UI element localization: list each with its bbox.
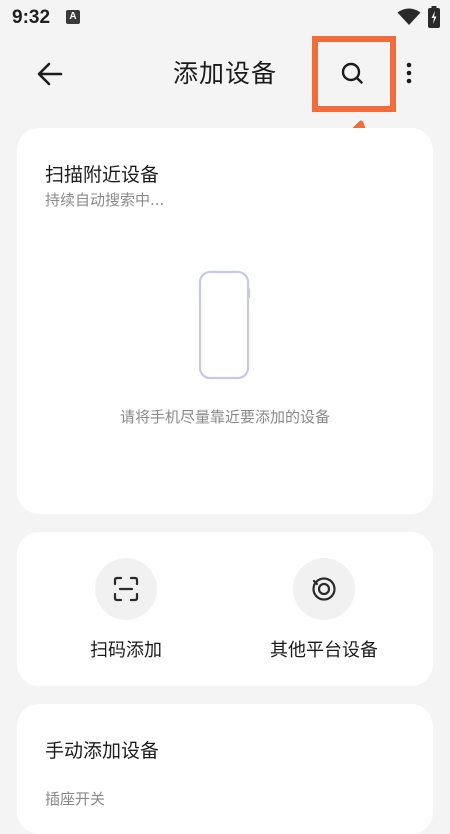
more-options-button[interactable]	[397, 56, 421, 92]
scan-qr-label: 扫码添加	[90, 640, 162, 661]
add-methods-card: 扫码添加 其他平台设备	[17, 532, 433, 686]
more-vertical-icon	[406, 62, 412, 84]
scan-card-subtitle: 持续自动搜索中...	[45, 191, 165, 209]
search-button[interactable]	[332, 56, 372, 92]
other-platform-icon-circle	[293, 558, 355, 620]
scan-card-hint: 请将手机尽量靠近要添加的设备	[119, 408, 330, 426]
status-bar: 9:32 A	[0, 0, 450, 34]
scan-qr-icon	[113, 576, 139, 602]
scan-card-title: 扫描附近设备	[45, 164, 160, 186]
scan-qr-icon-circle	[95, 558, 157, 620]
manual-card-title: 手动添加设备	[45, 740, 160, 762]
wifi-icon	[397, 8, 421, 30]
app-bar: 添加设备	[0, 34, 450, 114]
other-platform-button[interactable]: 其他平台设备	[243, 558, 403, 668]
other-platform-label: 其他平台设备	[270, 640, 378, 661]
other-platform-icon	[312, 577, 336, 601]
manual-item-socket-switch[interactable]: 插座开关	[45, 788, 105, 809]
status-time: 9:32	[12, 7, 51, 28]
page-title: 添加设备	[172, 59, 277, 88]
phone-scan-illustration	[191, 254, 259, 380]
notification-badge: A	[66, 10, 80, 24]
manual-add-card: 手动添加设备 插座开关	[17, 704, 433, 834]
scan-qr-add-button[interactable]: 扫码添加	[45, 558, 205, 668]
scan-nearby-card: 扫描附近设备 持续自动搜索中... 请将手机尽量靠近要添加的设备	[17, 128, 433, 514]
battery-charging-icon	[428, 6, 440, 32]
search-icon	[341, 62, 363, 84]
